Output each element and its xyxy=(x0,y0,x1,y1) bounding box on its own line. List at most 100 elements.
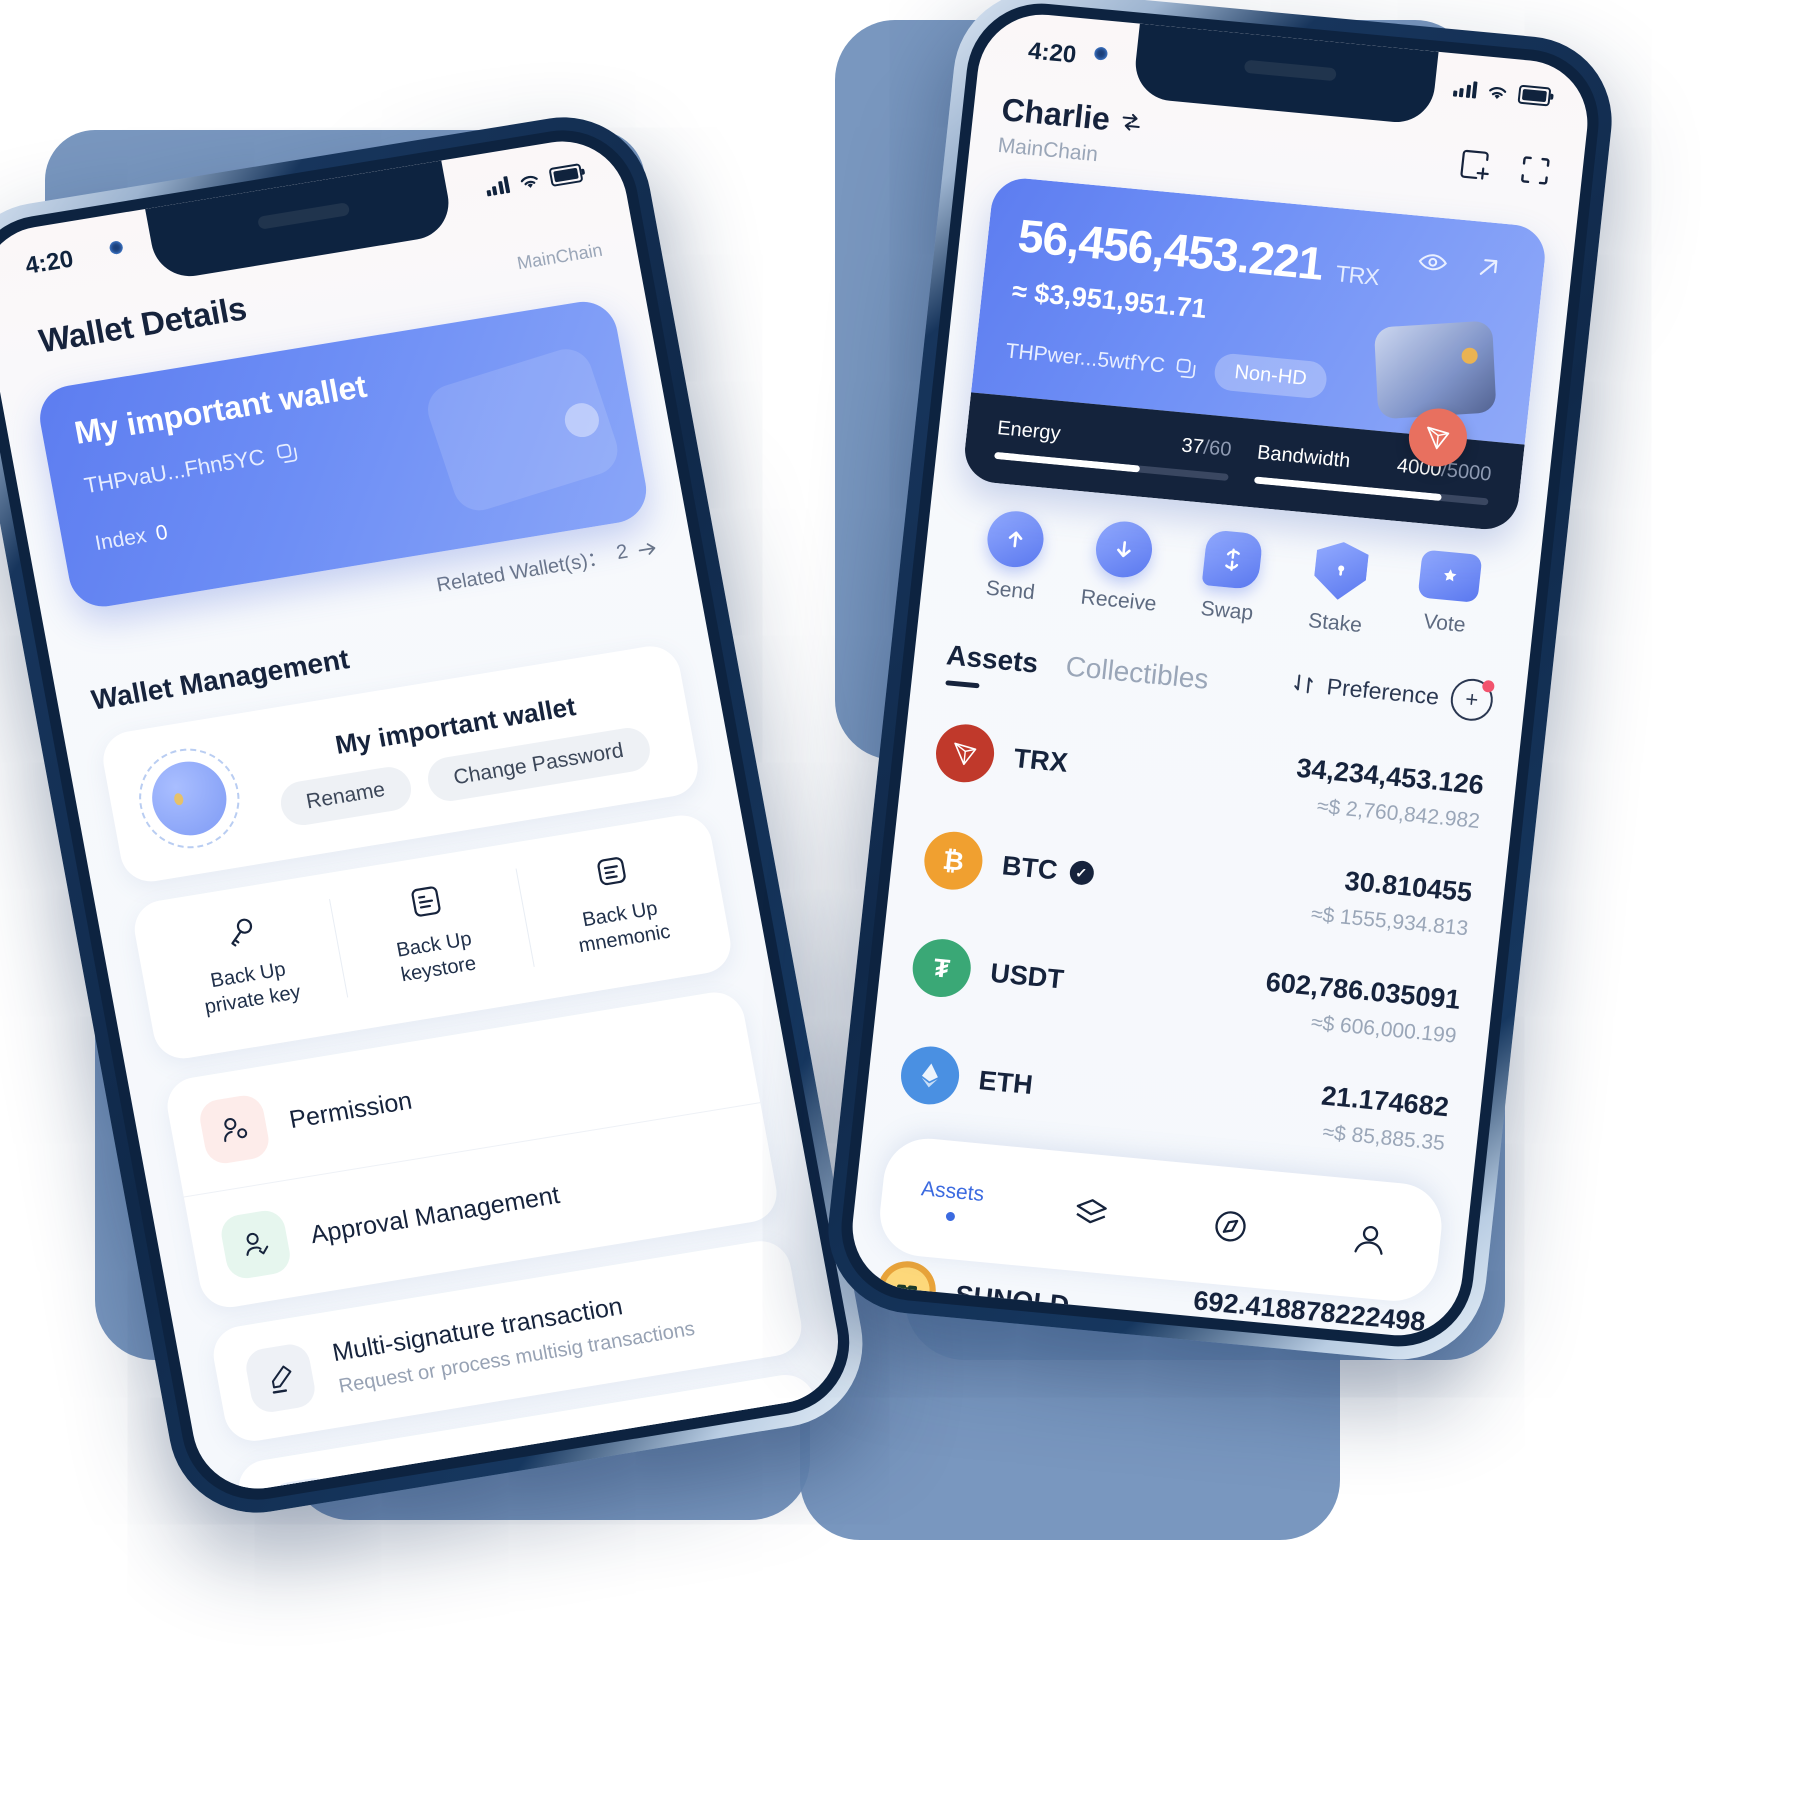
resource-name: Bandwidth xyxy=(1256,441,1352,473)
quick-action-swap[interactable]: Swap xyxy=(1171,527,1289,631)
quick-actions: Send Receive Swap Stake Vote xyxy=(949,506,1513,652)
quick-action-label: Swap xyxy=(1199,596,1255,625)
explore-icon xyxy=(1215,1211,1246,1242)
backup-keystore-label: Back Up keystore xyxy=(394,927,478,987)
asset-symbol-wrap: BTC ✓ xyxy=(1000,849,1095,889)
backup-private-key-button[interactable]: Back Up private key xyxy=(144,898,349,1028)
cellular-bars-icon xyxy=(1452,79,1478,99)
asset-quantity: 21.174682 xyxy=(1319,1080,1451,1123)
resource-name: Energy xyxy=(996,417,1062,445)
quick-action-label: Vote xyxy=(1422,609,1467,637)
index-value: 0 xyxy=(153,520,170,546)
balance-amount: 56,456,453.221 xyxy=(1015,209,1326,290)
page-title: Wallet Details xyxy=(36,289,250,360)
quick-action-vote[interactable]: Vote xyxy=(1388,547,1506,651)
cellular-bars-icon xyxy=(484,176,511,197)
wallet-address: THPvaU...Fhn5YC xyxy=(82,444,267,499)
copy-icon[interactable] xyxy=(1174,356,1198,380)
preference-label: Preference xyxy=(1325,672,1441,710)
balance-unit: TRX xyxy=(1334,260,1381,291)
tabbar-item-profile[interactable] xyxy=(1298,1212,1442,1267)
arrow-down-icon xyxy=(1093,518,1156,580)
status-time: 4:20 xyxy=(1026,37,1078,69)
mnemonic-doc-icon xyxy=(597,857,627,886)
related-wallets-label: Related Wallet(s)： xyxy=(434,546,610,597)
add-wallet-icon[interactable] xyxy=(1455,144,1497,185)
account-switcher[interactable]: Charlie xyxy=(1000,91,1146,141)
quick-action-receive[interactable]: Receive xyxy=(1063,516,1181,620)
wifi-icon xyxy=(520,175,538,188)
quick-action-label: Stake xyxy=(1307,609,1364,638)
backup-mnemonic-button[interactable]: Back Up mnemonic xyxy=(516,838,719,967)
wallet-address: THPwer...5wtfYC xyxy=(1004,338,1167,377)
menu-item-title: Approval Management xyxy=(308,1180,562,1249)
copy-icon[interactable] xyxy=(274,441,300,466)
asset-fiat: ≈$ 1555,934.813 xyxy=(1309,902,1470,941)
chain-label: MainChain xyxy=(996,133,1100,167)
keystore-file-icon xyxy=(411,886,441,917)
backup-mnemonic-label: Back Up mnemonic xyxy=(576,897,673,958)
arrow-up-right-icon[interactable] xyxy=(1474,253,1503,281)
balance-card: 56,456,453.221 TRX ≈ $3,951,951.71 THPwe… xyxy=(961,175,1549,533)
backup-keystore-button[interactable]: Back Up keystore xyxy=(330,868,535,998)
resource-total: 5000 xyxy=(1445,459,1493,486)
asset-fiat: ≈$ 2,760,842.982 xyxy=(1315,794,1481,834)
add-token-icon[interactable]: + xyxy=(1448,676,1495,723)
asset-symbol: ETH xyxy=(977,1064,1035,1100)
asset-quantity: 30.810455 xyxy=(1343,865,1474,908)
switch-account-icon xyxy=(1123,113,1141,131)
screen-wallet-home: 4:20 Charlie MainChain 56,456,453.221 TR… xyxy=(846,8,1594,1342)
link-chain-icon xyxy=(267,1475,343,1498)
resource-energy: Energy 37/60 xyxy=(994,417,1233,481)
tab-assets[interactable]: Assets xyxy=(945,639,1040,679)
ticket-star-icon xyxy=(1417,549,1483,603)
asset-symbol: SUNOLD xyxy=(953,1279,1071,1320)
scan-qr-icon[interactable] xyxy=(1514,150,1556,191)
menu-item-title: Permission xyxy=(286,1086,415,1134)
eye-icon[interactable] xyxy=(1417,250,1449,275)
chain-label: MainChain xyxy=(515,239,604,273)
account-name: Charlie xyxy=(999,91,1112,138)
bitcoin-logo-icon: ₿ xyxy=(921,829,986,893)
index-label: Index xyxy=(93,524,149,556)
quick-action-send[interactable]: Send xyxy=(955,506,1073,610)
hd-tag: Non-HD xyxy=(1212,352,1329,400)
key-icon xyxy=(230,918,252,947)
tether-logo-icon: ₮ xyxy=(909,936,974,1000)
wallet-avatar-icon xyxy=(130,741,248,856)
asset-quantity: 34,234,453.126 xyxy=(1295,752,1486,801)
resource-total: 60 xyxy=(1208,437,1233,462)
tabbar-item-explore[interactable] xyxy=(1159,1199,1303,1254)
ethereum-logo-icon xyxy=(898,1043,963,1108)
arrow-right-icon xyxy=(638,542,656,555)
scene: 4:20 chevron-left-icon Wallet Details Ma… xyxy=(0,0,1800,1800)
quick-action-stake[interactable]: Stake xyxy=(1280,537,1398,641)
wallet-3d-icon xyxy=(1373,320,1497,420)
status-time: 4:20 xyxy=(23,245,76,280)
asset-symbol: TRX xyxy=(1012,742,1070,778)
permission-user-icon xyxy=(196,1092,272,1167)
backup-private-key-label: Back Up private key xyxy=(202,958,303,1019)
tabbar-label: Assets xyxy=(920,1176,986,1206)
active-indicator-dot xyxy=(945,1211,955,1221)
quick-action-label: Receive xyxy=(1079,585,1158,616)
wifi-icon xyxy=(1489,86,1507,99)
resource-used: 37 xyxy=(1180,434,1205,459)
verified-badge-icon: ✓ xyxy=(1068,859,1095,886)
asset-fiat: ≈$ 85,885.35 xyxy=(1321,1120,1446,1156)
profile-icon xyxy=(1354,1225,1383,1255)
rename-button[interactable]: Rename xyxy=(276,763,415,828)
sort-arrows-icon xyxy=(1294,674,1314,694)
preference-button[interactable]: Preference + xyxy=(1291,662,1495,723)
battery-icon xyxy=(548,163,584,187)
tab-collectibles[interactable]: Collectibles xyxy=(1064,651,1210,696)
asset-symbol: BTC xyxy=(1000,849,1060,885)
tabbar-item-assets[interactable]: Assets xyxy=(880,1173,1024,1227)
swap-icon xyxy=(1201,529,1264,591)
pencil-icon xyxy=(243,1341,318,1415)
tron-logo-icon xyxy=(933,721,998,785)
wallet-address-row[interactable]: THPwer...5wtfYC xyxy=(1004,339,1198,381)
battery-icon xyxy=(1517,84,1552,107)
arrow-up-icon xyxy=(984,508,1047,570)
tabbar-item-layers[interactable] xyxy=(1019,1186,1163,1241)
